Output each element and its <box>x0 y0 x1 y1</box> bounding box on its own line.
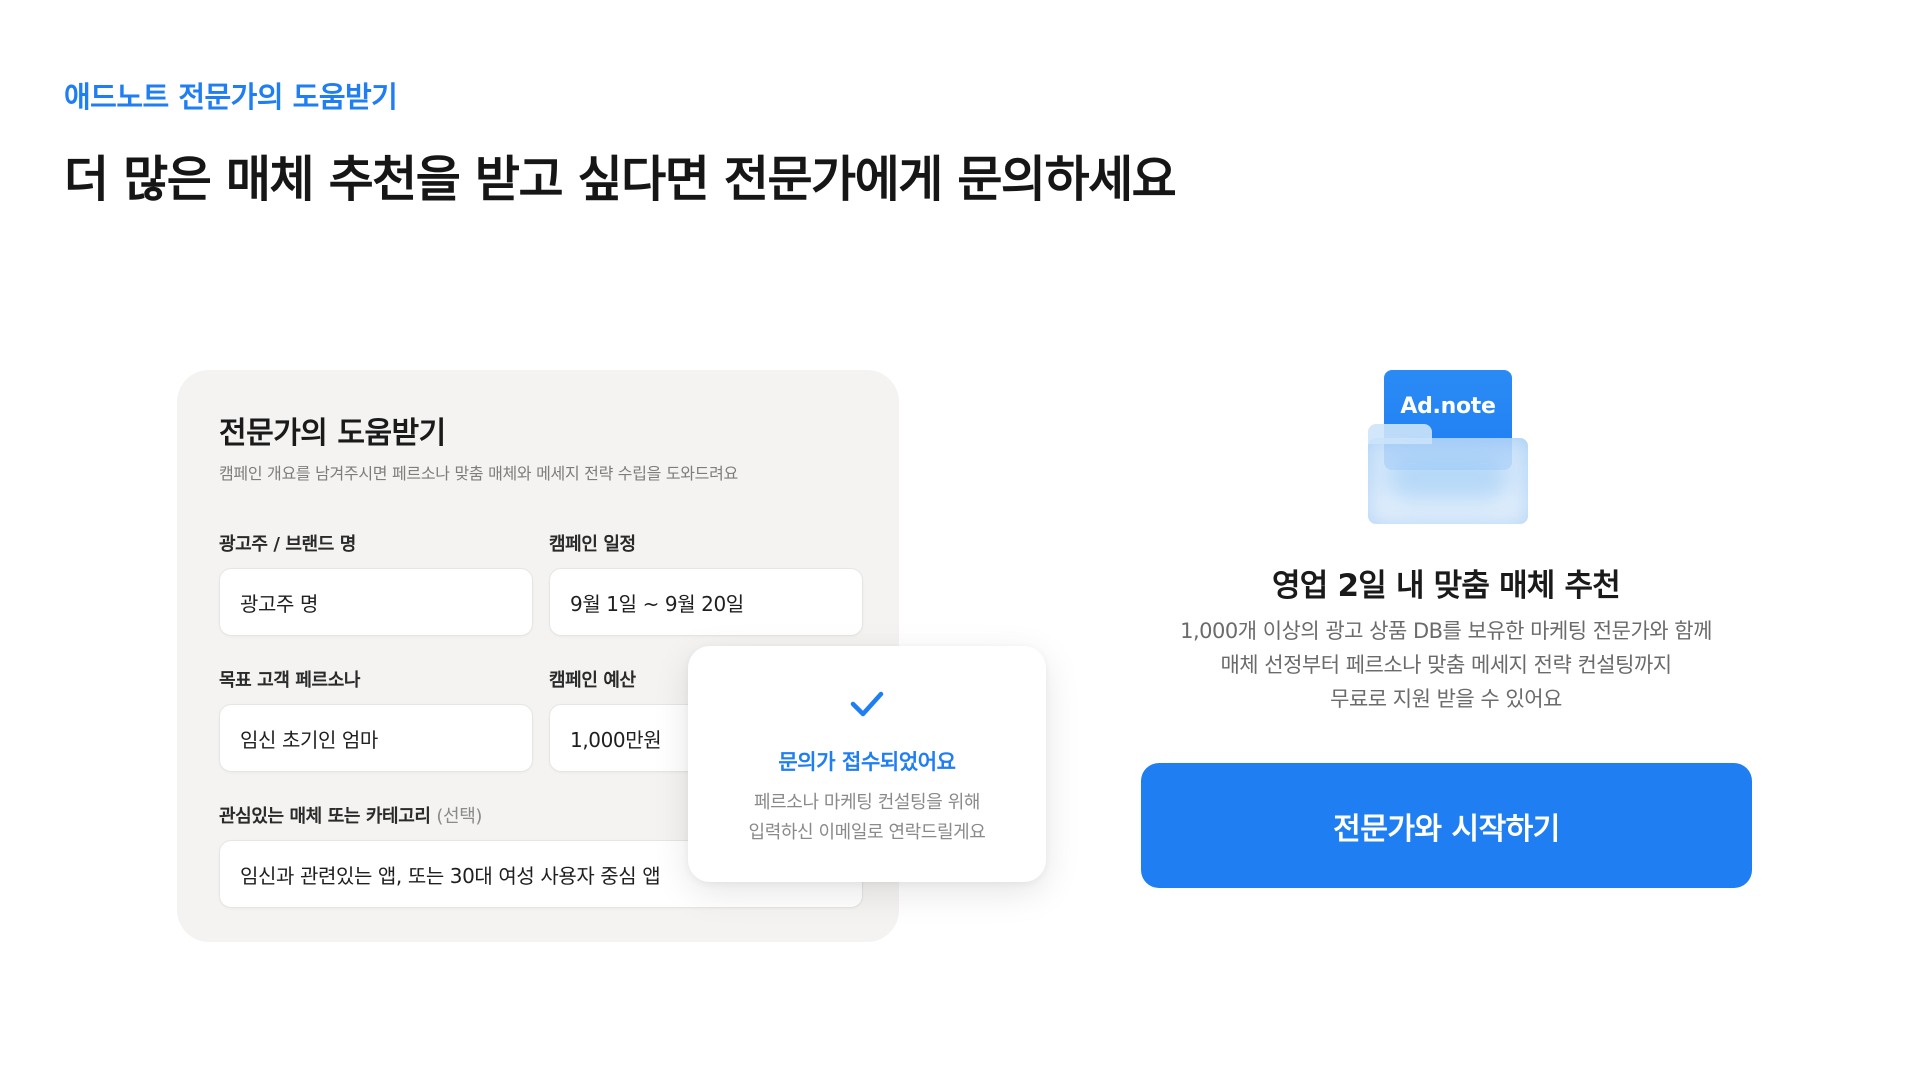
submission-success-toast: 문의가 접수되었어요 페르소나 마케팅 컨설팅을 위해 입력하신 이메일로 연락… <box>688 646 1046 882</box>
page-headline: 더 많은 매체 추천을 받고 싶다면 전문가에게 문의하세요 <box>64 151 1177 208</box>
interest-media-label-text: 관심있는 매체 또는 카테고리 <box>219 806 431 827</box>
campaign-schedule-label: 캠페인 일정 <box>549 534 636 555</box>
toast-body: 페르소나 마케팅 컨설팅을 위해 입력하신 이메일로 연락드릴게요 <box>688 788 1046 848</box>
folder-front <box>1368 424 1528 524</box>
brand-name-input[interactable]: 광고주 명 <box>219 568 533 636</box>
promo-desc-line: 매체 선정부터 페르소나 맞춤 메세지 전략 컨설팅까지 <box>1220 653 1672 677</box>
brand-name-label: 광고주 / 브랜드 명 <box>219 534 356 555</box>
campaign-schedule-input[interactable]: 9월 1일 ~ 9월 20일 <box>549 568 863 636</box>
eyebrow-label: 애드노트 전문가의 도움받기 <box>64 80 398 114</box>
start-with-expert-button[interactable]: 전문가와 시작하기 <box>1141 763 1752 888</box>
form-title: 전문가의 도움받기 <box>219 416 446 451</box>
toast-title: 문의가 접수되었어요 <box>778 750 956 774</box>
optional-tag: (선택) <box>436 806 482 827</box>
target-persona-label: 목표 고객 페르소나 <box>219 670 361 691</box>
campaign-budget-label: 캠페인 예산 <box>549 670 636 691</box>
adnote-logo: Ad.note <box>1400 394 1496 419</box>
promo-desc-line: 무료로 지원 받을 수 있어요 <box>1330 687 1562 711</box>
promo-title: 영업 2일 내 맞춤 매체 추천 <box>1272 568 1621 604</box>
check-icon <box>850 691 884 717</box>
toast-body-line: 페르소나 마케팅 컨설팅을 위해 <box>753 792 981 813</box>
promo-desc-line: 1,000개 이상의 광고 상품 DB를 보유한 마케팅 전문가와 함께 <box>1180 619 1712 643</box>
toast-body-line: 입력하신 이메일로 연락드릴게요 <box>748 822 986 843</box>
adnote-folder-icon: Ad.note <box>1368 370 1528 524</box>
target-persona-input[interactable]: 임신 초기인 엄마 <box>219 704 533 772</box>
form-description: 캠페인 개요를 남겨주시면 페르소나 맞춤 매체와 메세지 전략 수립을 도와드… <box>219 464 738 483</box>
interest-media-label: 관심있는 매체 또는 카테고리 (선택) <box>219 802 482 828</box>
promo-description: 1,000개 이상의 광고 상품 DB를 보유한 마케팅 전문가와 함께 매체 … <box>1140 614 1752 716</box>
